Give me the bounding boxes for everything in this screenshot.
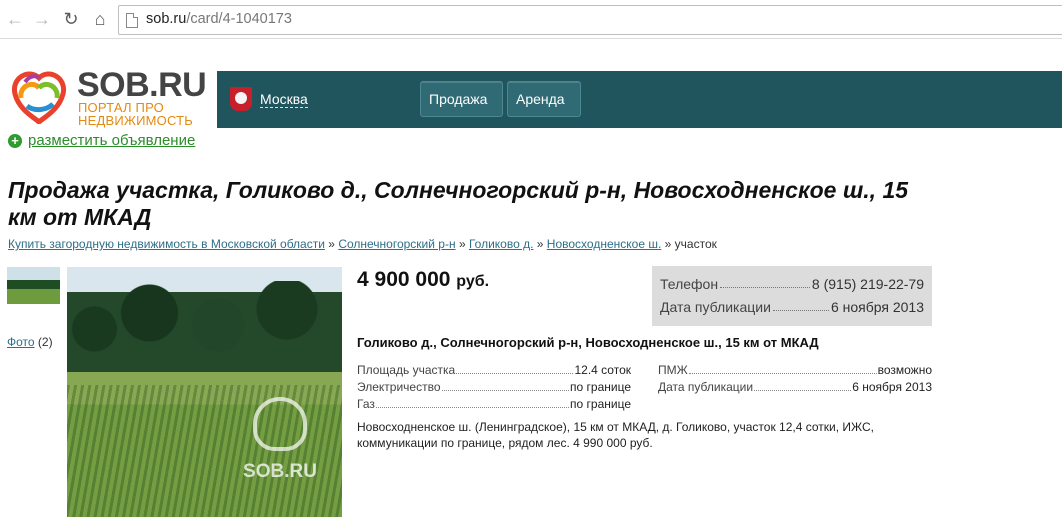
phone-label: Телефон [660, 276, 719, 292]
main-photo[interactable]: SOB.RU [67, 267, 342, 517]
params-left: Площадь участка 12.4 соток Электричество… [357, 362, 631, 413]
dotted-leader [456, 362, 574, 374]
dotted-leader [441, 379, 570, 391]
watermark-text: SOB.RU [243, 461, 317, 482]
site-logo[interactable]: SOB.RU ПОРТАЛ ПРО НЕДВИЖИМОСТЬ [7, 62, 207, 128]
top-navigation-bar: Москва Продажа Аренда [217, 71, 1062, 137]
photo-treeline [67, 281, 342, 361]
post-listing-label: разместить объявление [28, 132, 196, 149]
param-value: по границе [570, 397, 631, 411]
price-value: 4 900 000 [357, 268, 451, 291]
menu-rent-button[interactable]: Аренда [507, 81, 581, 137]
param-value: 6 ноября 2013 [852, 380, 932, 394]
listing-price: 4 900 000 руб. [357, 268, 489, 292]
param-value: возможно [877, 363, 932, 377]
param-label: Газ [357, 397, 375, 411]
contact-phone-row: Телефон 8 (915) 219-22-79 [660, 276, 924, 292]
dotted-leader [720, 276, 810, 288]
logo-tagline: ПОРТАЛ ПРО НЕДВИЖИМОСТЬ [78, 100, 193, 128]
watermark-logo-icon [253, 397, 307, 451]
logo-name: SOB.RU [77, 66, 207, 104]
forward-arrow-icon[interactable]: → [30, 7, 54, 31]
menu-sale-button[interactable]: Продажа [420, 81, 503, 137]
post-listing-link[interactable]: + разместить объявление [8, 132, 195, 149]
breadcrumb-link[interactable]: Голиково д. [469, 237, 533, 251]
photo-count-value: (2) [37, 335, 53, 349]
dotted-leader [754, 379, 852, 391]
publication-date-value: 6 ноября 2013 [830, 299, 924, 315]
browser-toolbar: ← → ↻ ⌂ sob.ru/card/4-1040173 [0, 0, 1062, 39]
param-label: Дата публикации [658, 380, 754, 394]
sob-logo-icon [11, 71, 67, 124]
home-icon[interactable]: ⌂ [88, 7, 112, 31]
param-row: Электричество по границе [357, 379, 631, 396]
param-value: по границе [570, 380, 631, 394]
dotted-leader [688, 362, 877, 374]
photo-watermark: SOB.RU [235, 397, 325, 483]
param-value: 12.4 соток [574, 363, 631, 377]
param-row: Дата публикации 6 ноября 2013 [658, 379, 932, 396]
param-label: Электричество [357, 380, 441, 394]
url-host: sob.ru [146, 11, 187, 27]
page-icon [126, 13, 138, 28]
param-row: ПМЖ возможно [658, 362, 932, 379]
caret-down-icon [432, 132, 440, 137]
moscow-emblem-icon [230, 87, 252, 111]
listing-description: Новосходненское ш. (Ленинградское), 15 к… [357, 420, 874, 450]
contact-date-row: Дата публикации 6 ноября 2013 [660, 299, 924, 315]
params-right: ПМЖ возможно Дата публикации 6 ноября 20… [658, 362, 932, 396]
dotted-leader [375, 396, 570, 408]
caret-down-icon [519, 132, 527, 137]
param-label: ПМЖ [658, 363, 688, 377]
param-row: Газ по границе [357, 396, 631, 413]
breadcrumb-link[interactable]: Купить загородную недвижимость в Московс… [8, 237, 325, 251]
breadcrumb: Купить загородную недвижимость в Московс… [8, 237, 717, 251]
photo-link[interactable]: Фото [7, 335, 35, 349]
breadcrumb-separator: » [458, 237, 466, 251]
param-row: Площадь участка 12.4 соток [357, 362, 631, 379]
page-title: Продажа участка, Голиково д., Солнечного… [8, 177, 909, 230]
url-path: /card/4-1040173 [186, 11, 292, 27]
contact-box: Телефон 8 (915) 219-22-79 Дата публикаци… [652, 266, 932, 326]
breadcrumb-current: участок [674, 237, 717, 251]
address-bar[interactable]: sob.ru/card/4-1040173 [118, 5, 1062, 35]
photo-thumbnail[interactable] [7, 267, 60, 304]
plus-circle-icon: + [8, 134, 22, 148]
reload-icon[interactable]: ↻ [59, 7, 83, 31]
menu-sale-label: Продажа [429, 91, 488, 107]
photo-count: Фото (2) [7, 335, 53, 349]
city-selector[interactable]: Москва [260, 91, 308, 108]
price-currency: руб. [456, 273, 490, 290]
menu-rent-label: Аренда [516, 91, 565, 107]
back-arrow-icon[interactable]: ← [3, 7, 27, 31]
breadcrumb-separator: » [664, 237, 672, 251]
publication-date-label: Дата публикации [660, 299, 771, 315]
breadcrumb-separator: » [536, 237, 544, 251]
listing-address: Голиково д., Солнечногорский р-н, Новосх… [357, 335, 819, 350]
param-label: Площадь участка [357, 363, 456, 377]
dotted-leader [772, 299, 829, 311]
url-text: sob.ru/card/4-1040173 [146, 11, 292, 27]
phone-value[interactable]: 8 (915) 219-22-79 [812, 276, 924, 292]
breadcrumb-link[interactable]: Солнечногорский р-н [338, 237, 455, 251]
breadcrumb-separator: » [328, 237, 335, 251]
breadcrumb-link[interactable]: Новосходненское ш. [547, 237, 662, 251]
